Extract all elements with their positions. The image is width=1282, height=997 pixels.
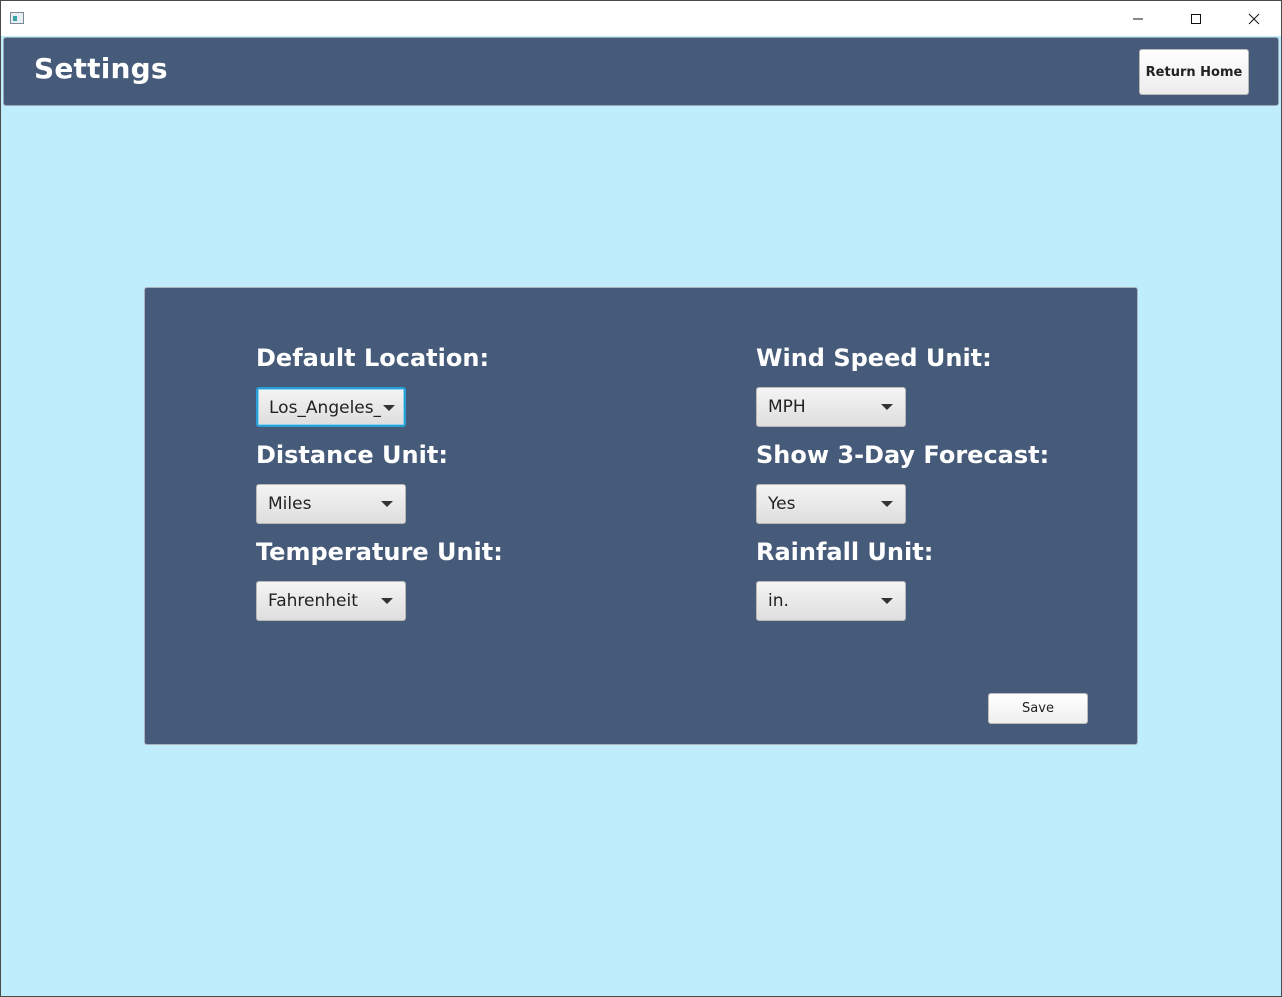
return-home-button[interactable]: Return Home xyxy=(1139,49,1249,95)
chevron-down-icon xyxy=(881,404,893,410)
app-window-icon xyxy=(10,12,24,24)
temperature-unit-select[interactable]: Fahrenheit xyxy=(256,581,406,621)
chevron-down-icon xyxy=(881,501,893,507)
maximize-icon xyxy=(1191,13,1201,24)
distance-unit-value: Miles xyxy=(268,494,312,514)
rainfall-unit-select[interactable]: in. xyxy=(756,581,906,621)
header-bar: Settings Return Home xyxy=(3,37,1279,106)
settings-panel: Default Location: Los_Angeles_... Distan… xyxy=(144,287,1138,745)
default-location-select[interactable]: Los_Angeles_... xyxy=(256,387,406,427)
wind-speed-unit-select[interactable]: MPH xyxy=(756,387,906,427)
distance-unit-select[interactable]: Miles xyxy=(256,484,406,524)
close-button[interactable] xyxy=(1225,1,1281,36)
show-forecast-value: Yes xyxy=(768,494,796,514)
page-title: Settings xyxy=(34,52,168,85)
wind-speed-unit-label: Wind Speed Unit: xyxy=(756,344,992,372)
maximize-button[interactable] xyxy=(1167,1,1225,36)
chevron-down-icon xyxy=(881,598,893,604)
rainfall-unit-label: Rainfall Unit: xyxy=(756,538,934,566)
chevron-down-icon xyxy=(383,405,395,411)
title-bar xyxy=(1,1,1281,36)
distance-unit-label: Distance Unit: xyxy=(256,441,448,469)
rainfall-unit-value: in. xyxy=(768,591,789,611)
chevron-down-icon xyxy=(381,501,393,507)
default-location-label: Default Location: xyxy=(256,344,490,372)
app-window: Settings Return Home Default Location: L… xyxy=(0,0,1282,997)
show-forecast-label: Show 3-Day Forecast: xyxy=(756,441,1050,469)
temperature-unit-value: Fahrenheit xyxy=(268,591,358,611)
temperature-unit-label: Temperature Unit: xyxy=(256,538,503,566)
default-location-value: Los_Angeles_... xyxy=(269,398,381,418)
show-forecast-select[interactable]: Yes xyxy=(756,484,906,524)
wind-speed-unit-value: MPH xyxy=(768,397,806,417)
chevron-down-icon xyxy=(381,598,393,604)
save-button[interactable]: Save xyxy=(988,693,1088,724)
minimize-button[interactable] xyxy=(1109,1,1167,36)
close-icon xyxy=(1248,13,1260,24)
minimize-icon xyxy=(1133,18,1143,19)
